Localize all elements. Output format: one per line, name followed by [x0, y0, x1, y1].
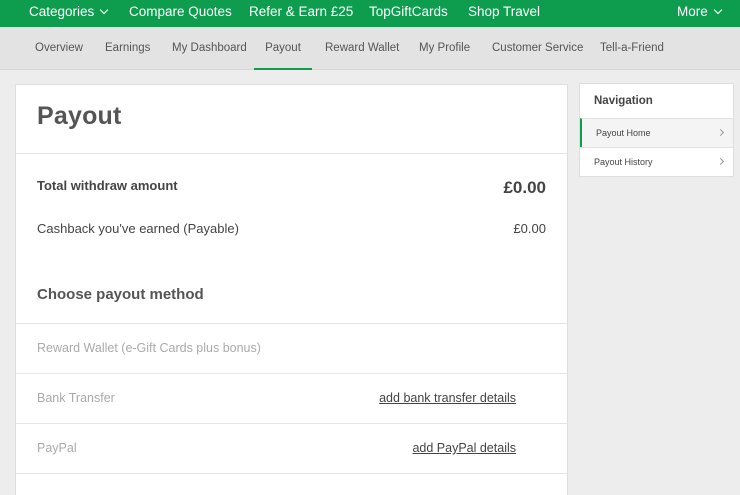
- divider: [16, 473, 567, 474]
- divider: [16, 153, 567, 154]
- chevron-right-icon: [716, 157, 725, 166]
- page-title: Payout: [37, 102, 122, 130]
- divider: [16, 423, 567, 424]
- tab-my-profile[interactable]: My Profile: [419, 27, 470, 70]
- method-paypal: PayPal: [37, 441, 77, 455]
- add-paypal-details-link[interactable]: add PayPal details: [412, 441, 516, 455]
- tab-customer-service[interactable]: Customer Service: [492, 27, 583, 70]
- more-label: More: [677, 4, 708, 19]
- side-navigation: Navigation Payout Home Payout History: [579, 83, 734, 177]
- tab-my-dashboard[interactable]: My Dashboard: [172, 27, 247, 70]
- divider: [16, 323, 567, 324]
- tab-tell-a-friend[interactable]: Tell-a-Friend: [600, 27, 664, 70]
- tab-reward-wallet[interactable]: Reward Wallet: [325, 27, 399, 70]
- chevron-down-icon: [713, 5, 723, 15]
- payout-card: Payout Total withdraw amount £0.00 Cashb…: [15, 84, 568, 495]
- side-nav-item-label: Payout Home: [596, 128, 651, 138]
- method-bank-transfer: Bank Transfer: [37, 391, 115, 405]
- total-withdraw-value: £0.00: [503, 178, 546, 197]
- top-navigation-bar: Categories Compare Quotes Refer & Earn £…: [0, 0, 740, 27]
- chevron-right-icon: [716, 128, 725, 137]
- compare-quotes-link[interactable]: Compare Quotes: [129, 0, 232, 24]
- side-nav-item-payout-history[interactable]: Payout History: [580, 147, 733, 176]
- cashback-label: Cashback you've earned (Payable): [37, 221, 239, 236]
- tab-payout[interactable]: Payout: [254, 27, 312, 70]
- payout-methods-title: Choose payout method: [37, 286, 204, 303]
- topgiftcards-link[interactable]: TopGiftCards: [369, 0, 448, 24]
- side-nav-item-label: Payout History: [594, 157, 653, 167]
- cashback-value: £0.00: [513, 221, 546, 236]
- tab-earnings[interactable]: Earnings: [105, 27, 150, 70]
- more-menu[interactable]: More: [677, 0, 723, 24]
- total-withdraw-label: Total withdraw amount: [37, 178, 178, 193]
- side-nav-title: Navigation: [594, 95, 653, 107]
- add-bank-transfer-details-link[interactable]: add bank transfer details: [379, 391, 516, 405]
- chevron-down-icon: [100, 5, 109, 15]
- method-reward-wallet[interactable]: Reward Wallet (e-Gift Cards plus bonus): [37, 341, 261, 355]
- shop-travel-link[interactable]: Shop Travel: [468, 0, 540, 24]
- account-tabs: Overview Earnings My Dashboard Payout Re…: [0, 27, 740, 70]
- side-nav-item-payout-home[interactable]: Payout Home: [580, 118, 733, 147]
- refer-earn-link[interactable]: Refer & Earn £25: [249, 0, 353, 24]
- categories-menu[interactable]: Categories: [29, 0, 109, 24]
- divider: [16, 373, 567, 374]
- categories-label: Categories: [29, 4, 95, 19]
- tab-overview[interactable]: Overview: [35, 27, 83, 70]
